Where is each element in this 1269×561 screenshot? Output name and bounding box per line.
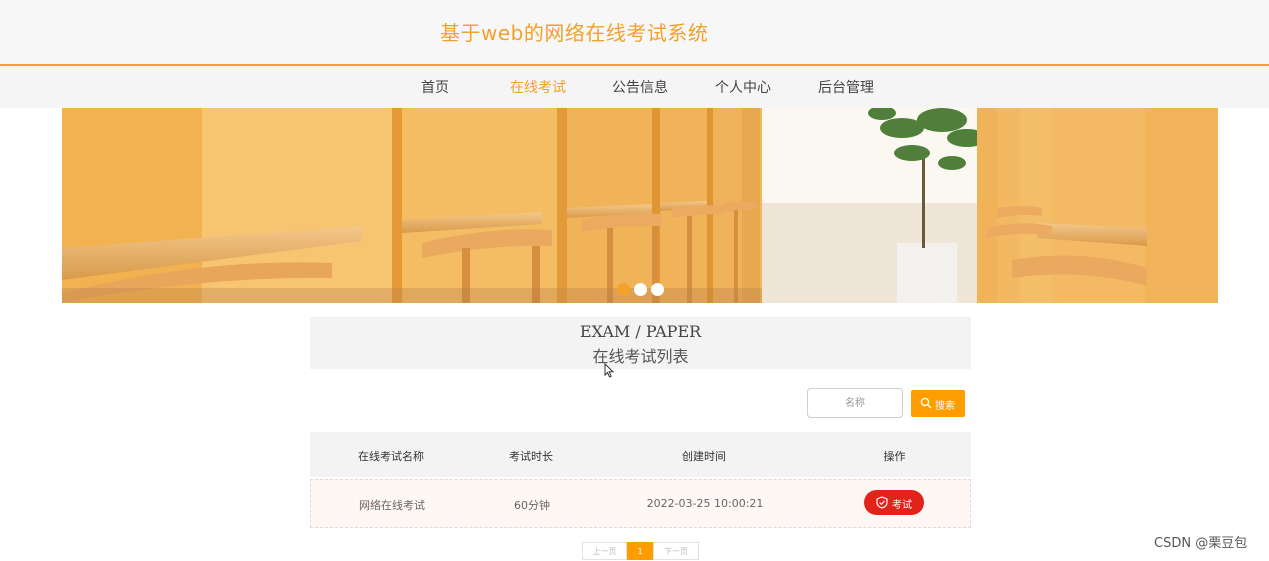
nav-item-announcements[interactable]: 公告信息 [612, 77, 668, 97]
cell-exam-name: 网络在线考试 [359, 499, 425, 512]
banner-carousel[interactable] [62, 108, 1218, 303]
nav-item-admin[interactable]: 后台管理 [818, 77, 874, 97]
take-exam-button[interactable]: 考试 [864, 490, 924, 515]
site-title: 基于web的网络在线考试系统 [440, 21, 709, 45]
mouse-cursor-icon [604, 363, 615, 378]
prev-page-button[interactable]: 上一页 [582, 542, 627, 560]
search-input[interactable] [807, 388, 903, 418]
next-page-button[interactable]: 下一页 [653, 542, 699, 560]
banner-image [62, 108, 1218, 303]
main-nav: 首页 在线考试 公告信息 个人中心 后台管理 [0, 66, 1269, 108]
csdn-watermark: CSDN @栗豆包 [1154, 536, 1248, 551]
column-header-created: 创建时间 [682, 450, 726, 463]
take-exam-label: 考试 [892, 500, 912, 511]
search-button-label: 搜索 [935, 401, 955, 412]
carousel-dot-2[interactable] [634, 283, 647, 296]
search-icon [920, 397, 932, 409]
nav-item-online-exam[interactable]: 在线考试 [510, 77, 566, 97]
carousel-dot-1[interactable] [617, 283, 630, 296]
section-title-en: EXAM / PAPER [579, 322, 702, 341]
cell-created-time: 2022-03-25 10:00:21 [646, 497, 764, 510]
nav-item-personal-center[interactable]: 个人中心 [715, 77, 771, 97]
search-button[interactable]: 搜索 [911, 390, 965, 417]
carousel-dot-3[interactable] [651, 283, 664, 296]
column-header-action: 操作 [883, 450, 906, 463]
site-header: 基于web的网络在线考试系统 [0, 0, 1269, 66]
table-row: 网络在线考试 60分钟 2022-03-25 10:00:21 考试 [310, 479, 971, 528]
nav-item-home[interactable]: 首页 [421, 77, 449, 97]
column-header-duration: 考试时长 [509, 450, 553, 463]
cell-duration: 60分钟 [514, 499, 550, 512]
current-page-button[interactable]: 1 [627, 542, 653, 560]
section-heading: EXAM / PAPER 在线考试列表 [310, 317, 971, 369]
table-header: 在线考试名称 考试时长 创建时间 操作 [310, 432, 971, 477]
section-title-cn: 在线考试列表 [592, 347, 689, 366]
column-header-name: 在线考试名称 [358, 450, 424, 463]
shield-check-icon [876, 496, 888, 509]
